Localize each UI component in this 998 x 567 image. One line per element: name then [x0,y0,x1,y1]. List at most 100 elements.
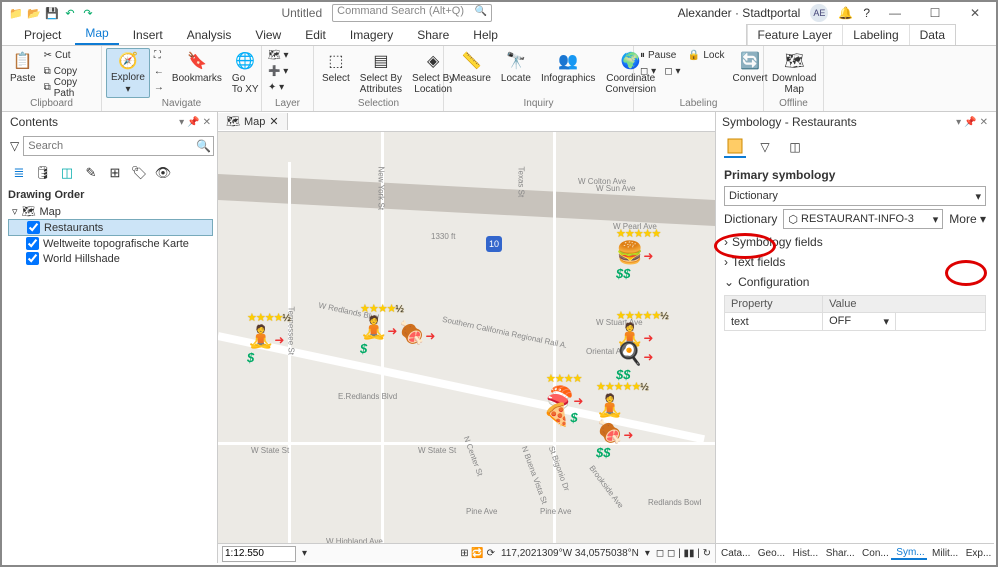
add-preset-button[interactable]: ✦ ▾ [266,80,291,95]
scale-input[interactable] [222,546,296,562]
command-search[interactable]: Command Search (Alt+Q) [332,4,492,22]
tab-insert[interactable]: Insert [123,25,173,45]
tab-help[interactable]: Help [463,25,508,45]
list-by-edit-icon[interactable]: ✎ [82,164,100,182]
explore-button[interactable]: 🧭Explore▾ [106,48,150,98]
qat-redo-icon[interactable]: ↷ [80,5,96,21]
tab-imagery[interactable]: Imagery [340,25,403,45]
chevron-down-icon[interactable]: ▾ [179,117,184,128]
map-view-tab[interactable]: 🗺Map✕ [218,113,288,130]
list-by-perspective-icon[interactable]: 👁 [154,164,172,182]
tab-view[interactable]: View [245,25,291,45]
arrow-icon: ➜ [274,333,284,347]
pin-icon[interactable]: 📌 [187,117,199,128]
minimize-icon[interactable]: — [880,3,910,23]
goto-xy-button[interactable]: 🌐Go To XY [228,48,263,98]
locate-button[interactable]: 🔭Locate [497,48,535,98]
layer-checkbox[interactable] [26,252,39,265]
chevron-down-icon[interactable]: ▾ [302,548,307,559]
dock-tab-share[interactable]: Shar... [821,548,857,559]
dictionary-select[interactable]: ⬡ RESTAURANT-INFO-3▾ [783,209,943,229]
infographics-button[interactable]: 👥Infographics [537,48,599,98]
measure-button[interactable]: 📏Measure [448,48,495,98]
toc-layer-restaurants[interactable]: Restaurants [8,219,213,236]
select-button[interactable]: ⬚Select [318,48,354,98]
drawing-order-header: Drawing Order [8,189,213,201]
copy-icon: ⧉ [44,66,51,77]
select-by-attr-button[interactable]: ▤Select By Attributes [356,48,406,98]
help-icon[interactable]: ? [863,6,870,20]
toc-map[interactable]: ▿🗺Map [8,204,213,219]
ctx-tab-labeling[interactable]: Labeling [842,25,908,45]
chevron-down-icon: ▾ [883,315,889,328]
pin-icon[interactable]: 📌 [964,117,976,128]
notification-icon[interactable]: 🔔 [838,6,853,20]
pause-labels-button[interactable]: ⏸Pause 🔒Lock [638,48,727,63]
nav-zoom-button[interactable]: ⛶ [152,48,166,63]
paste-button[interactable]: 📋Paste [6,48,40,98]
tab-analysis[interactable]: Analysis [177,25,242,45]
dock-tab-military[interactable]: Milit... [927,548,961,559]
qat-new-icon[interactable]: 📁 [8,5,24,21]
qat-open-icon[interactable]: 📂 [26,5,42,21]
nav-next-button[interactable]: → [152,80,166,95]
list-by-label-icon[interactable]: 🏷 [130,164,148,182]
text-fields-expander[interactable]: ›Text fields [724,255,986,269]
qat-undo-icon[interactable]: ↶ [62,5,78,21]
symb-tab-vary[interactable]: ▽ [754,136,776,158]
tab-project[interactable]: Project [14,25,71,45]
close-icon[interactable]: ✕ [960,3,990,23]
poi-bbq-c: 🍖➜ [398,320,446,346]
close-tab-icon[interactable]: ✕ [269,115,278,128]
list-by-selection-icon[interactable]: ◫ [58,164,76,182]
layer-checkbox[interactable] [27,221,40,234]
more-button[interactable]: More ▾ [949,212,986,226]
tab-map[interactable]: Map [75,23,118,45]
download-map-button[interactable]: 🗺Download Map [768,48,820,98]
qat-save-icon[interactable]: 💾 [44,5,60,21]
dock-tab-contents[interactable]: Con... [857,548,891,559]
layer-checkbox[interactable] [26,237,39,250]
dock-tab-geo[interactable]: Geo... [753,548,788,559]
cut-button[interactable]: ✂Cut [42,48,97,63]
dock-tab-export[interactable]: Exp... [961,548,994,559]
dock-tab-history[interactable]: Hist... [788,548,821,559]
ctx-tab-data[interactable]: Data [909,25,955,45]
close-panel-icon[interactable]: ✕ [203,117,211,128]
tab-edit[interactable]: Edit [295,25,336,45]
filter-icon[interactable]: ▽ [10,139,19,153]
maximize-icon[interactable]: ☐ [920,3,950,23]
symbology-fields-expander[interactable]: ›Symbology fields [724,235,986,249]
config-value-select[interactable]: OFF ▾ [823,313,896,331]
chevron-right-icon: › [724,255,728,269]
symb-tab-scales[interactable]: ◫ [784,136,806,158]
copy-path-button[interactable]: ⧉Copy Path [42,80,97,95]
symbology-title: Symbology - Restaurants [722,115,857,129]
toc-layer-basemap[interactable]: Weltweite topografische Karte [8,236,213,251]
symb-tab-primary[interactable] [724,136,746,158]
search-icon[interactable]: 🔍 [196,139,211,153]
list-by-drawing-icon[interactable]: ≣ [10,164,28,182]
add-data-button[interactable]: ➕ ▾ [266,64,291,79]
symbology-type-select[interactable]: Dictionary▾ [724,186,986,206]
chevron-down-icon[interactable]: ▾ [956,117,961,128]
configuration-expander[interactable]: ⌄Configuration [724,275,986,289]
convert-icon: 🔄 [739,50,761,72]
more-labels-button[interactable]: ◻ ▾ ◻ ▾ [638,64,727,79]
list-by-snap-icon[interactable]: ⊞ [106,164,124,182]
bookmarks-button[interactable]: 🔖Bookmarks [168,48,226,98]
ctx-tab-feature-layer[interactable]: Feature Layer [747,25,843,45]
dock-tab-symbology[interactable]: Sym... [891,547,927,560]
list-by-source-icon[interactable]: 🛢 [34,164,52,182]
close-panel-icon[interactable]: ✕ [980,117,988,128]
toc-layer-hillshade[interactable]: World Hillshade [8,251,213,266]
dock-tab-catalog[interactable]: Cata... [716,548,753,559]
user-avatar[interactable]: AE [810,4,828,22]
ribbon: 📋Paste ✂Cut ⧉Copy ⧉Copy Path Clipboard 🧭… [2,46,996,112]
basemap-button[interactable]: 🗺 ▾ [266,48,291,63]
user-name[interactable]: Alexander · Stadtportal [678,6,801,20]
map-canvas[interactable]: W Colton Ave W Sun Ave W Pearl Ave 1330 … [218,132,715,543]
tab-share[interactable]: Share [407,25,459,45]
nav-prev-button[interactable]: ← [152,64,166,79]
search-input[interactable] [23,136,214,156]
